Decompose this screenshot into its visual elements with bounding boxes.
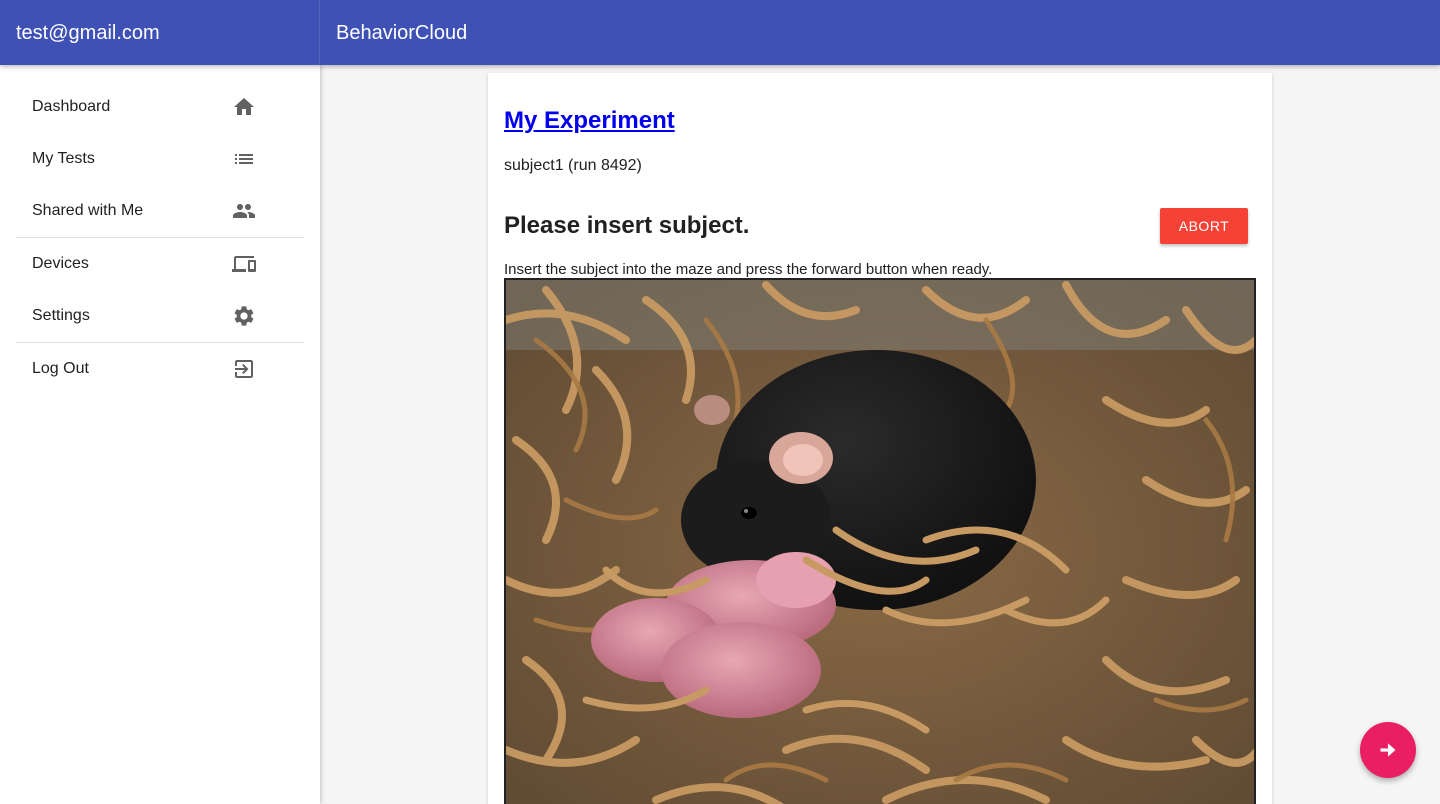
sidebar-item-label: Devices bbox=[32, 255, 89, 272]
main-content: My Experiment subject1 (run 8492) Please… bbox=[321, 65, 1440, 804]
instruction-text: Insert the subject into the maze and pre… bbox=[504, 261, 993, 278]
subject-run-label: subject1 (run 8492) bbox=[504, 157, 642, 174]
sidebar: Dashboard My Tests Shared with Me Device… bbox=[0, 65, 320, 804]
people-icon bbox=[232, 199, 256, 223]
experiment-link[interactable]: My Experiment bbox=[504, 107, 675, 135]
home-icon bbox=[232, 95, 256, 119]
list-icon bbox=[232, 147, 256, 171]
account-email: test@gmail.com bbox=[0, 0, 320, 65]
sidebar-item-devices[interactable]: Devices bbox=[16, 238, 304, 290]
forward-arrow-icon bbox=[1380, 743, 1396, 757]
sidebar-item-settings[interactable]: Settings bbox=[16, 290, 304, 342]
logout-icon bbox=[232, 357, 256, 381]
sidebar-item-label: Dashboard bbox=[32, 98, 111, 115]
app-bar: test@gmail.com BehaviorCloud bbox=[0, 0, 1440, 65]
forward-button[interactable] bbox=[1360, 722, 1416, 778]
abort-button[interactable]: ABORT bbox=[1160, 208, 1248, 244]
devices-icon bbox=[232, 252, 256, 276]
sidebar-item-my-tests[interactable]: My Tests bbox=[16, 133, 304, 185]
gear-icon bbox=[232, 304, 256, 328]
sidebar-item-label: Shared with Me bbox=[32, 202, 144, 219]
sidebar-item-shared-with-me[interactable]: Shared with Me bbox=[16, 185, 304, 237]
sidebar-item-dashboard[interactable]: Dashboard bbox=[16, 81, 304, 133]
experiment-card: My Experiment subject1 (run 8492) Please… bbox=[488, 73, 1272, 804]
sidebar-item-log-out[interactable]: Log Out bbox=[16, 343, 304, 395]
sidebar-item-label: My Tests bbox=[32, 150, 95, 167]
sidebar-item-label: Settings bbox=[32, 307, 90, 324]
prompt-title: Please insert subject. bbox=[504, 212, 750, 239]
mouse-nest-photo bbox=[504, 278, 1256, 804]
app-title: BehaviorCloud bbox=[336, 22, 468, 44]
sidebar-item-label: Log Out bbox=[32, 360, 89, 377]
